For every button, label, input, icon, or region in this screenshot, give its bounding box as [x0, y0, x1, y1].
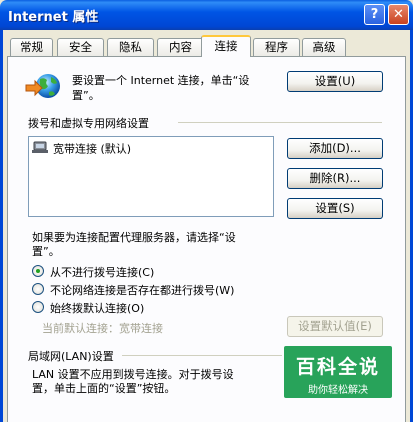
tab-connections[interactable]: 连接: [201, 35, 251, 57]
connections-list[interactable]: 宽带连接 (默认): [28, 136, 274, 217]
radio-label: 不论网络连接是否存在都进行拨号(W): [50, 284, 235, 297]
tab-programs[interactable]: 程序: [253, 38, 300, 56]
proxy-note-line2: 置”。: [32, 245, 60, 258]
radio-unselected-icon[interactable]: [32, 301, 44, 313]
radio-selected-icon[interactable]: [32, 265, 44, 277]
watermark-logo: 百科全说 助你轻松解决: [284, 346, 392, 398]
proxy-note-line1: 如果要为连接配置代理服务器，请选择“设: [32, 231, 236, 244]
dialup-group-title: 拨号和虚拟专用网络设置: [28, 117, 149, 130]
remove-connection-button[interactable]: 删除(R)...: [287, 168, 383, 189]
add-connection-button[interactable]: 添加(D)...: [287, 138, 383, 159]
connection-label: 宽带连接 (默认): [53, 142, 132, 156]
lan-group-title: 局域网(LAN)设置: [28, 350, 114, 363]
tab-general[interactable]: 常规: [10, 38, 53, 56]
close-icon: ✕: [393, 7, 404, 22]
tab-content[interactable]: 内容: [157, 38, 204, 56]
dialup-group-divider: [178, 122, 382, 123]
set-default-button[interactable]: 设置默认值(E): [287, 316, 383, 337]
list-item[interactable]: 宽带连接 (默认): [32, 140, 131, 156]
internet-globe-icon: [24, 70, 64, 102]
radio-label: 从不进行拨号连接(C): [50, 266, 155, 279]
current-default-connection: 当前默认连接：宽带连接: [42, 322, 163, 335]
radio-label: 始终拨默认连接(O): [50, 302, 145, 315]
setup-description-line1: 要设置一个 Internet 连接，单击“设: [72, 74, 250, 87]
title-bar[interactable]: Internet 属性 ? ✕: [0, 0, 413, 30]
broadband-connection-icon: [32, 140, 50, 157]
window-title: Internet 属性: [8, 10, 99, 25]
tab-privacy[interactable]: 隐私: [107, 38, 154, 56]
setup-description-line2: 置”。: [72, 89, 100, 102]
setup-button[interactable]: 设置(U): [287, 71, 383, 92]
radio-unselected-icon[interactable]: [32, 283, 44, 295]
lan-group-divider: [122, 355, 282, 356]
help-icon: ?: [370, 7, 379, 22]
watermark-subtitle: 助你轻松解决: [308, 385, 368, 396]
watermark-title: 百科全说: [295, 356, 380, 378]
help-button[interactable]: ?: [364, 4, 385, 25]
tab-security[interactable]: 安全: [57, 38, 104, 56]
close-button[interactable]: ✕: [388, 4, 409, 25]
connection-settings-button[interactable]: 设置(S): [287, 198, 383, 219]
tab-advanced[interactable]: 高级: [302, 38, 346, 56]
lan-note-line2: 置，单击上面的“设置”按钮。: [32, 382, 176, 395]
